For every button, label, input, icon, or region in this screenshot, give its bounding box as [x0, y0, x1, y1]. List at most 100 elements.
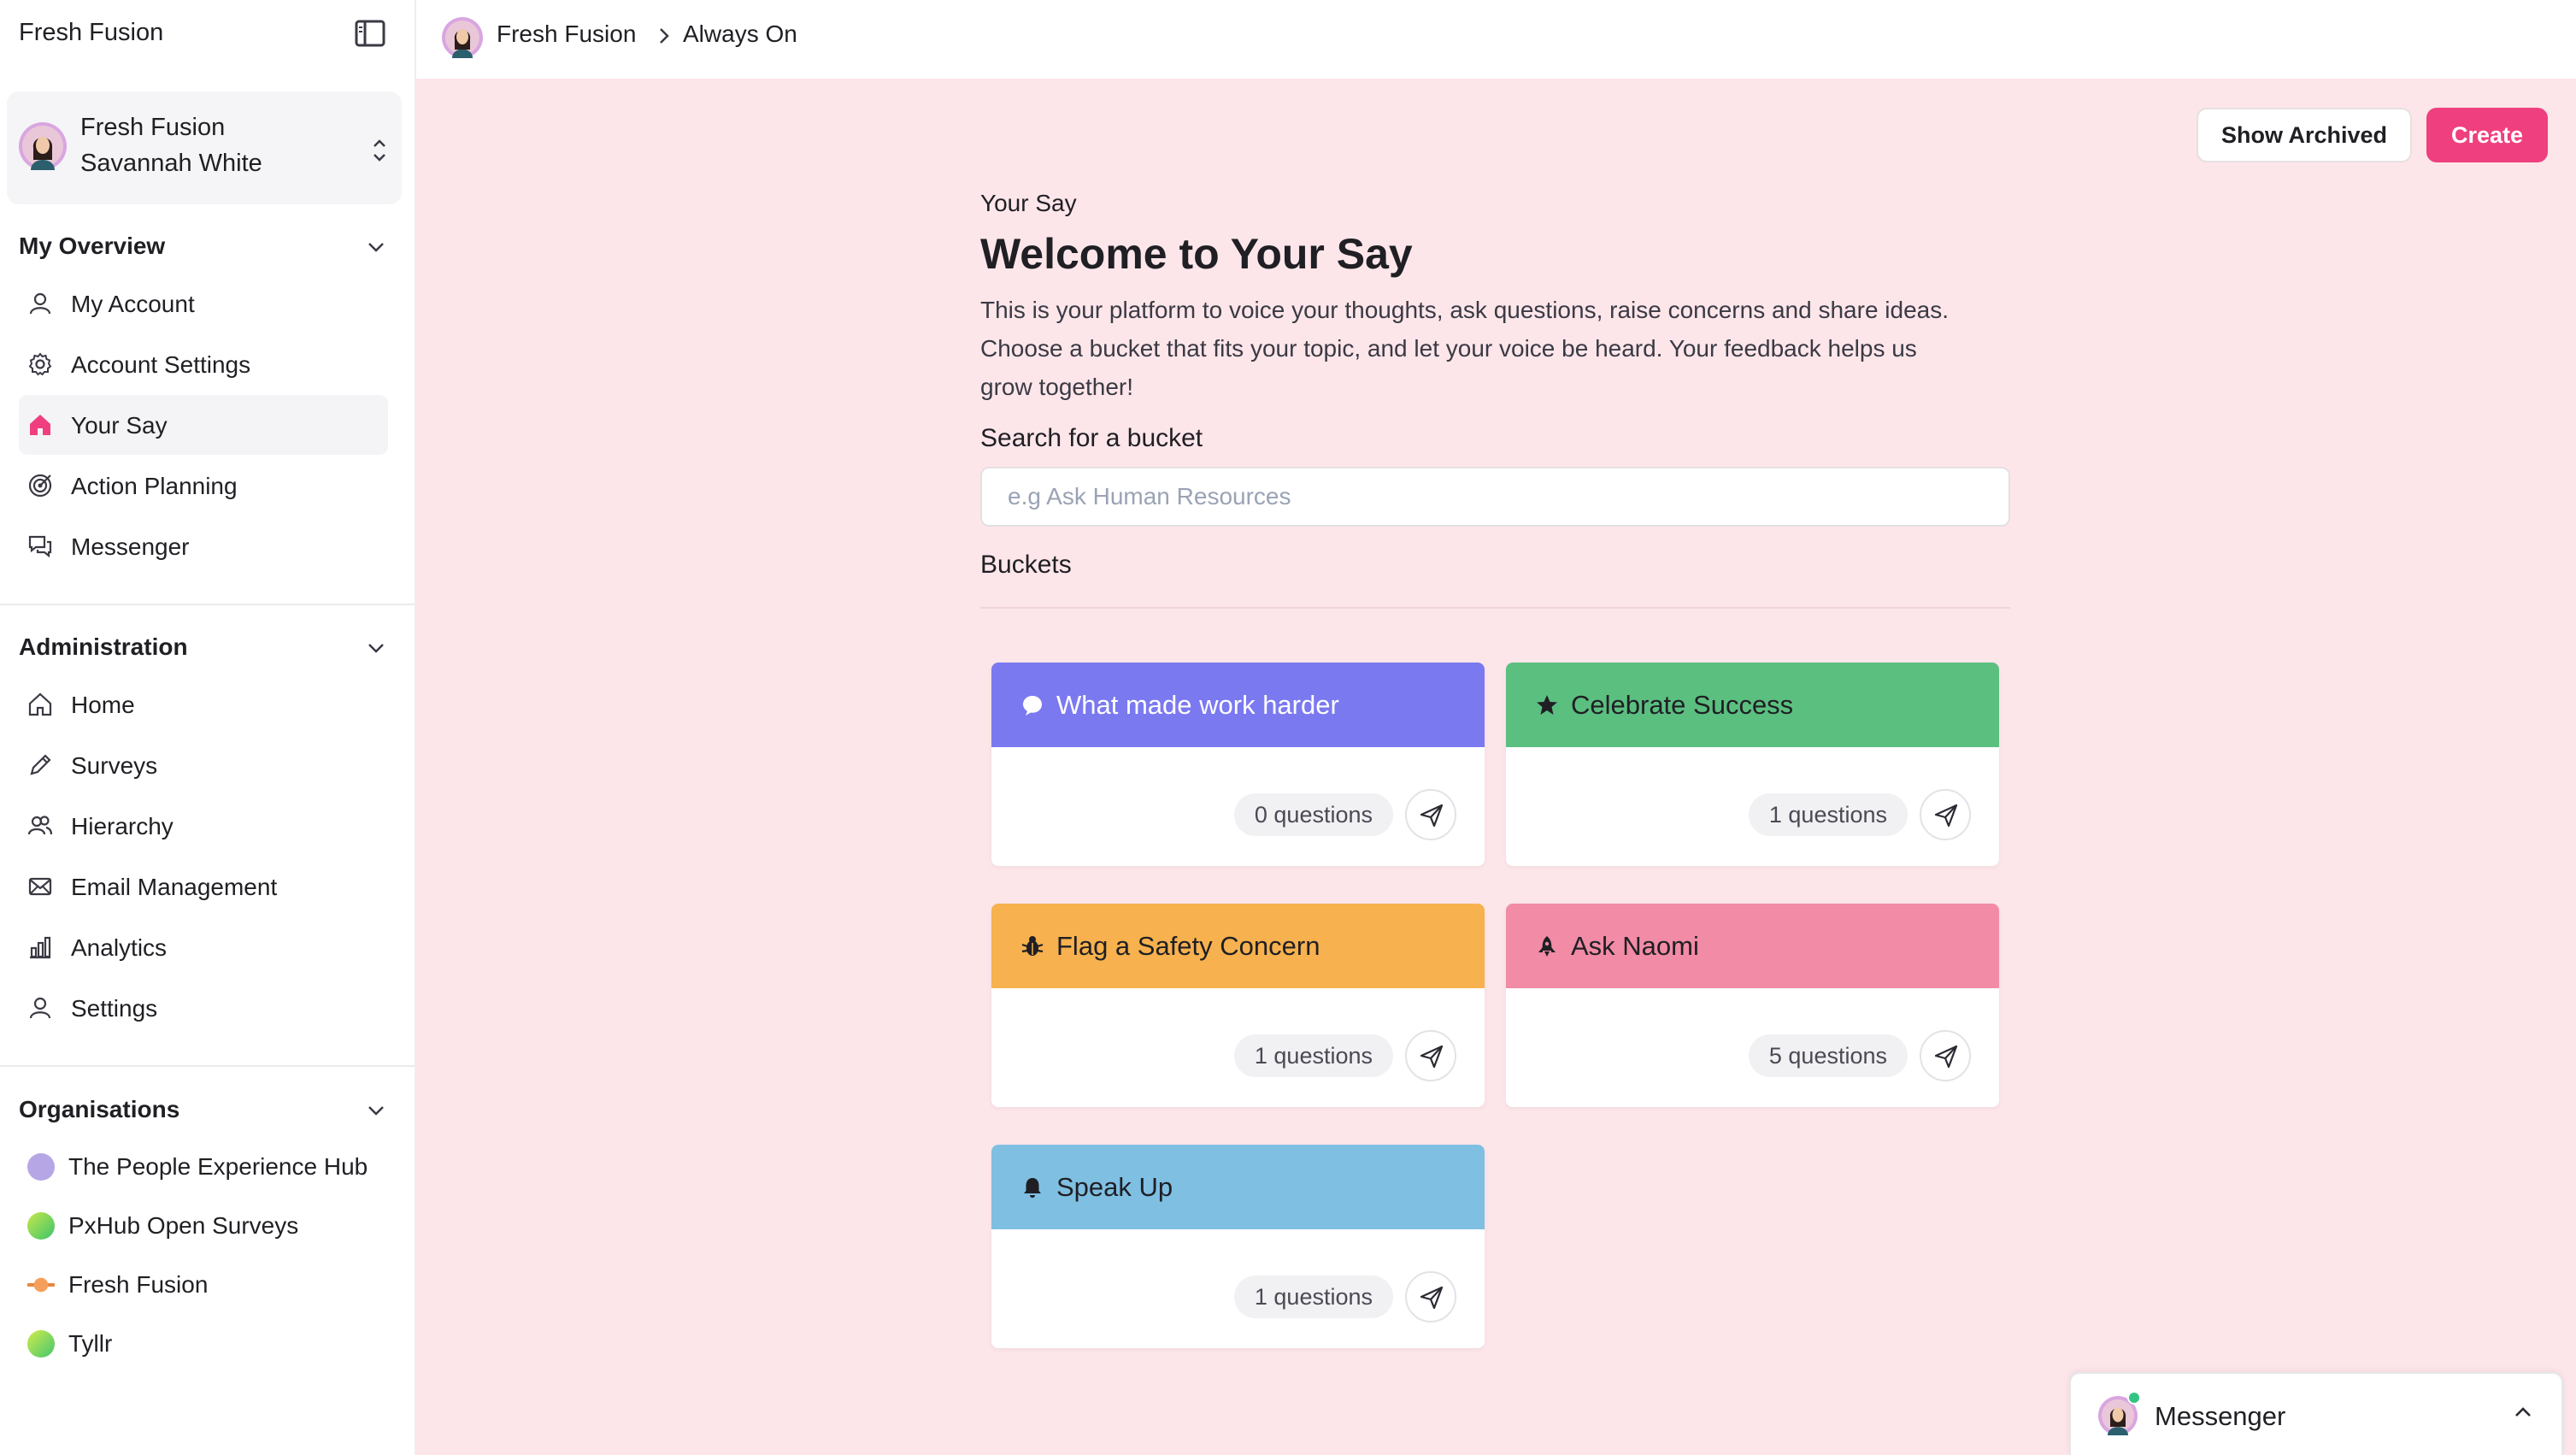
- sidebar-item-label: Account Settings: [71, 351, 251, 378]
- org-logo: [27, 1153, 55, 1181]
- intro-line: grow together!: [980, 374, 1133, 400]
- send-question-button[interactable]: [1405, 789, 1456, 840]
- bucket-card-ask-naomi[interactable]: Ask Naomi 5 questions: [1506, 904, 1999, 1107]
- bucket-name: Celebrate Success: [1571, 690, 1794, 720]
- user-icon: [29, 292, 51, 315]
- bug-icon: [1021, 936, 1044, 956]
- sidebar-item-label: Home: [71, 692, 135, 718]
- search-label: Search for a bucket: [980, 424, 1203, 452]
- send-question-button[interactable]: [1920, 1030, 1971, 1081]
- chevron-down-icon[interactable]: [364, 636, 388, 660]
- sidebar-item-label: Settings: [71, 995, 158, 1022]
- section-my-overview[interactable]: My Overview: [19, 233, 165, 260]
- show-archived-button[interactable]: Show Archived: [2197, 108, 2412, 162]
- bucket-card-what-made-work-harder[interactable]: What made work harder 0 questions: [991, 663, 1485, 866]
- bucket-search-input[interactable]: [980, 467, 2010, 527]
- switcher-org-name: Fresh Fusion: [80, 114, 226, 141]
- sidebar-item-email-management[interactable]: Email Management: [19, 857, 388, 916]
- question-count-badge: 1 questions: [1233, 1275, 1393, 1318]
- sidebar-item-hierarchy[interactable]: Hierarchy: [19, 796, 388, 856]
- org-item-label: Fresh Fusion: [68, 1271, 209, 1298]
- org-item-people-experience-hub[interactable]: The People Experience Hub: [19, 1141, 388, 1193]
- send-icon: [1420, 804, 1444, 828]
- chevron-down-icon[interactable]: [364, 1099, 388, 1122]
- home-icon: [28, 692, 52, 716]
- top-bar: Fresh Fusion Always On: [416, 0, 2576, 79]
- app-brand: Fresh Fusion: [19, 19, 164, 46]
- bucket-name: Speak Up: [1056, 1172, 1173, 1202]
- create-button[interactable]: Create: [2426, 108, 2548, 162]
- sidebar-item-my-account[interactable]: My Account: [19, 274, 388, 333]
- messenger-dock[interactable]: Messenger: [2069, 1372, 2563, 1455]
- sidebar-item-label: Analytics: [71, 934, 168, 961]
- page-title: Welcome to Your Say: [980, 230, 1413, 278]
- sidebar-item-surveys[interactable]: Surveys: [19, 735, 388, 795]
- sidebar-item-your-say[interactable]: Your Say: [19, 395, 388, 455]
- chat-icon: [28, 535, 52, 558]
- org-item-label: The People Experience Hub: [68, 1153, 368, 1180]
- org-user-switcher[interactable]: Fresh Fusion Savannah White: [7, 91, 402, 204]
- star-icon: [1537, 695, 1557, 715]
- sidebar-item-label: Messenger: [71, 533, 190, 560]
- chevron-right-icon: [660, 28, 669, 44]
- sidebar-item-settings[interactable]: Settings: [19, 978, 388, 1038]
- users-icon: [27, 816, 53, 835]
- sidebar-toggle-icon[interactable]: [354, 19, 386, 48]
- org-logo: [27, 1212, 55, 1240]
- org-item-pxhub-open-surveys[interactable]: PxHub Open Surveys: [19, 1200, 388, 1252]
- send-question-button[interactable]: [1405, 1271, 1456, 1322]
- rocket-icon: [1538, 936, 1556, 957]
- bucket-header: Flag a Safety Concern: [991, 904, 1485, 988]
- sidebar-item-label: Your Say: [71, 412, 168, 439]
- sidebar-item-analytics[interactable]: Analytics: [19, 917, 388, 977]
- bucket-card-speak-up[interactable]: Speak Up 1 questions: [991, 1145, 1485, 1348]
- send-question-button[interactable]: [1405, 1030, 1456, 1081]
- bucket-header: Speak Up: [991, 1145, 1485, 1229]
- intro-line: This is your platform to voice your thou…: [980, 297, 1950, 323]
- sidebar-item-label: Surveys: [71, 752, 158, 779]
- user-cog-icon: [29, 997, 51, 1019]
- sidebar-item-home[interactable]: Home: [19, 674, 388, 734]
- gear-icon: [28, 352, 52, 376]
- section-administration[interactable]: Administration: [19, 633, 188, 661]
- sidebar-item-action-planning[interactable]: Action Planning: [19, 456, 388, 515]
- sidebar-item-messenger[interactable]: Messenger: [19, 516, 388, 576]
- sidebar-divider: [0, 604, 415, 605]
- send-icon: [1420, 1045, 1444, 1069]
- target-icon: [28, 474, 52, 498]
- page-intro: This is your platform to voice your thou…: [980, 291, 2010, 406]
- question-count-badge: 1 questions: [1748, 793, 1908, 836]
- bucket-header: What made work harder: [991, 663, 1485, 747]
- bucket-card-flag-a-safety-concern[interactable]: Flag a Safety Concern 1 questions: [991, 904, 1485, 1107]
- bucket-name: Flag a Safety Concern: [1056, 931, 1320, 961]
- breadcrumb-org[interactable]: Fresh Fusion: [497, 21, 636, 48]
- bucket-card-celebrate-success[interactable]: Celebrate Success 1 questions: [1506, 663, 1999, 866]
- bucket-header: Ask Naomi: [1506, 904, 1999, 988]
- main-content: Show Archived Create Your Say Welcome to…: [416, 79, 2576, 1455]
- question-count-badge: 1 questions: [1233, 1034, 1393, 1077]
- send-question-button[interactable]: [1920, 789, 1971, 840]
- send-icon: [1934, 1045, 1958, 1069]
- sidebar: Fresh Fusion Fresh Fusion Savannah White…: [0, 0, 416, 1455]
- mail-icon: [28, 877, 52, 896]
- chevron-up-icon[interactable]: [2510, 1399, 2536, 1425]
- avatar: [442, 17, 483, 58]
- sidebar-item-label: My Account: [71, 291, 195, 317]
- speech-bubble-icon: [1023, 696, 1042, 716]
- org-item-tyllr[interactable]: Tyllr: [19, 1318, 388, 1370]
- chevron-down-icon[interactable]: [364, 235, 388, 259]
- online-status-dot: [2127, 1391, 2141, 1405]
- sidebar-item-label: Hierarchy: [71, 813, 173, 839]
- org-item-fresh-fusion[interactable]: Fresh Fusion: [19, 1259, 388, 1311]
- intro-line: Choose a bucket that fits your topic, an…: [980, 335, 1917, 362]
- bell-icon: [1024, 1178, 1041, 1198]
- breadcrumb-current: Always On: [683, 21, 797, 47]
- send-icon: [1420, 1286, 1444, 1310]
- section-organisations[interactable]: Organisations: [19, 1096, 179, 1123]
- buckets-heading: Buckets: [980, 551, 1072, 579]
- sidebar-item-account-settings[interactable]: Account Settings: [19, 334, 388, 394]
- org-logo: [27, 1330, 55, 1358]
- home-icon: [30, 415, 50, 435]
- sidebar-item-label: Action Planning: [71, 473, 238, 499]
- question-count-badge: 5 questions: [1748, 1034, 1908, 1077]
